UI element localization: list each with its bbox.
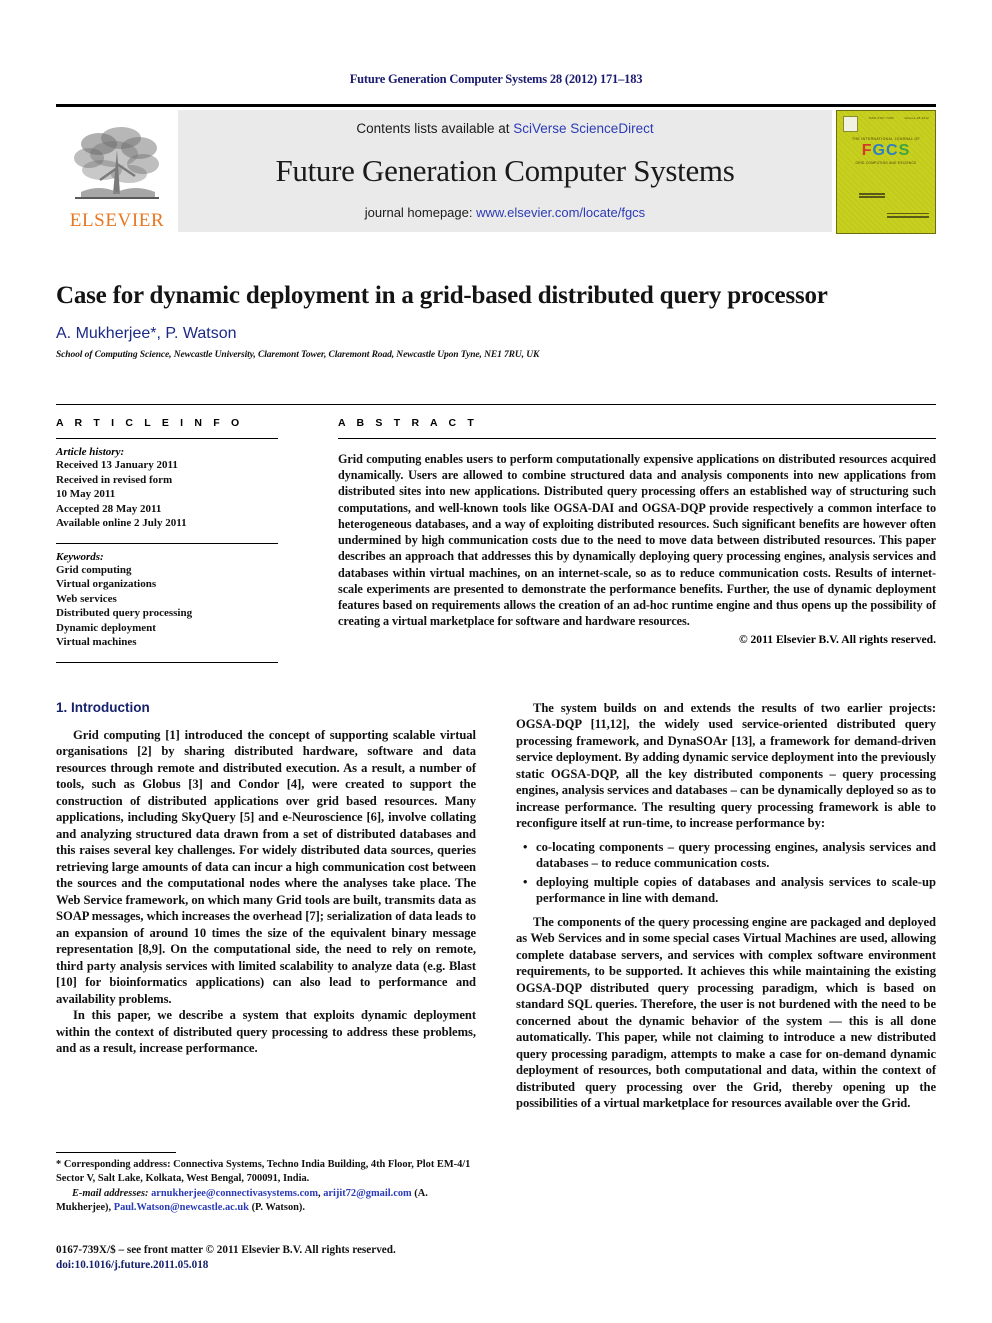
footnote-rule (56, 1152, 176, 1153)
journal-homepage-line: journal homepage: www.elsevier.com/locat… (365, 205, 645, 220)
contents-prefix: Contents lists available at (356, 121, 514, 136)
elsevier-wordmark: ELSEVIER (69, 210, 165, 231)
body-column-right: The system builds on and extends the res… (516, 700, 936, 1112)
body-column-left: 1. Introduction Grid computing [1] intro… (56, 700, 476, 1112)
corresponding-address-text: Corresponding address: Connectiva System… (56, 1159, 471, 1184)
homepage-prefix: journal homepage: (364, 205, 477, 220)
abstract-copyright: © 2011 Elsevier B.V. All rights reserved… (738, 633, 936, 647)
keyword-item: Virtual organizations (56, 578, 157, 591)
article-history-item: Accepted 28 May 2011 (56, 502, 162, 515)
author-list: A. Mukherjee*, P. Watson (56, 324, 237, 342)
running-head: Future Generation Computer Systems 28 (2… (349, 72, 643, 86)
info-abstract-section: A R T I C L E I N F O Article history: R… (56, 404, 936, 663)
cover-acronym: FGCS (837, 143, 935, 159)
keywords-rule-bottom (56, 661, 278, 663)
affiliation: School of Computing Science, Newcastle U… (56, 349, 540, 360)
journal-title: Future Generation Computer Systems (275, 152, 735, 188)
email-owner-watson: (P. Watson). (251, 1201, 305, 1213)
cover-volume-label: Volume 28 2012 (904, 116, 929, 120)
contents-available-line: Contents lists available at SciVerse Sci… (356, 121, 653, 136)
keyword-item: Distributed query processing (56, 607, 193, 620)
email-addresses-label: E-mail addresses: (72, 1188, 149, 1200)
article-history-item: Available online 2 July 2011 (56, 517, 187, 530)
email-addresses-note: E-mail addresses: arnukherjee@connectiva… (56, 1188, 428, 1213)
body-paragraph: Grid computing [1] introduced the concep… (56, 728, 476, 1006)
abstract-kicker: A B S T R A C T (338, 417, 478, 429)
list-item: deploying multiple copies of databases a… (523, 874, 936, 907)
body-paragraph: The components of the query processing e… (516, 914, 936, 1111)
journal-article-page: Future Generation Computer Systems 28 (2… (0, 0, 992, 1323)
section-heading-introduction: 1. Introduction (56, 700, 150, 715)
issn-front-matter-line: 0167-739X/$ – see front matter © 2011 El… (56, 1244, 396, 1256)
elsevier-tree-icon (74, 127, 159, 199)
article-history-label: Article history: (56, 446, 125, 458)
abstract-text: Grid computing enables users to perform … (338, 452, 936, 629)
doi-line[interactable]: doi:10.1016/j.future.2011.05.018 (56, 1258, 486, 1273)
journal-cover-thumbnail[interactable]: ISSN 0167-739X Volume 28 2012 THE INTERN… (836, 110, 936, 234)
cover-issn-label: ISSN 0167-739X (868, 116, 894, 120)
cover-acronym-letter-g: G (872, 142, 886, 159)
article-history-item: Received in revised form (56, 473, 173, 486)
email-link-mukherjee-connectiva[interactable]: arnukherjee@connectivasystems.com (151, 1188, 318, 1199)
abstract-rule-top (338, 438, 936, 439)
cover-topbar: ISSN 0167-739X Volume 28 2012 (843, 116, 929, 132)
corresponding-address-note: * Corresponding address: Connectiva Syst… (56, 1158, 476, 1185)
cover-footer-block (887, 213, 929, 221)
footnote-block: * Corresponding address: Connectiva Syst… (56, 1152, 476, 1216)
list-item: co-locating components – query processin… (523, 839, 936, 872)
cover-tagline: THE INTERNATIONAL JOURNAL OF (852, 137, 920, 141)
keyword-item: Virtual machines (56, 636, 137, 649)
keywords-label: Keywords: (56, 550, 104, 563)
article-history-item: 10 May 2011 (56, 488, 116, 501)
sciencedirect-link[interactable]: SciVerse ScienceDirect (513, 121, 653, 136)
journal-masthead: ELSEVIER Contents lists available at Sci… (56, 104, 936, 234)
journal-cover-wrap: ISSN 0167-739X Volume 28 2012 THE INTERN… (832, 110, 936, 234)
benefit-bullet-list: co-locating components – query processin… (516, 839, 936, 907)
article-info-kicker: A R T I C L E I N F O (56, 417, 244, 429)
page-title: Case for dynamic deployment in a grid-ba… (56, 282, 828, 309)
cover-text-block-placeholder (859, 193, 885, 200)
imprint-block: 0167-739X/$ – see front matter © 2011 El… (56, 1243, 486, 1273)
body-paragraph: In this paper, we describe a system that… (56, 1008, 476, 1056)
journal-band: Contents lists available at SciVerse Sci… (178, 110, 832, 232)
cover-elsevier-mini-logo-icon (843, 116, 858, 132)
email-link-mukherjee-gmail[interactable]: arijit72@gmail.com (323, 1188, 411, 1199)
abstract-column: A B S T R A C T Grid computing enables u… (296, 405, 936, 663)
keyword-item: Web services (56, 592, 117, 605)
journal-homepage-link[interactable]: www.elsevier.com/locate/fgcs (476, 205, 645, 220)
title-block: Case for dynamic deployment in a grid-ba… (56, 282, 936, 360)
cover-acronym-letter-f: F (861, 142, 873, 159)
keywords-rule-top (56, 542, 278, 544)
cover-acronym-letter-c: C (886, 142, 899, 159)
email-link-watson[interactable]: Paul.Watson@newcastle.ac.uk (114, 1202, 249, 1213)
article-info-column: A R T I C L E I N F O Article history: R… (56, 405, 296, 663)
article-info-rule-top (56, 438, 278, 439)
keyword-item: Dynamic deployment (56, 621, 156, 634)
corresponding-marker: * (56, 1159, 62, 1170)
cover-acronym-letter-s: S (898, 142, 911, 159)
keyword-item: Grid computing (56, 563, 132, 576)
elsevier-logo: ELSEVIER (56, 110, 178, 232)
cover-subtitle: GRID COMPUTING AND ESCIENCE (855, 161, 917, 165)
body-paragraph: The system builds on and extends the res… (516, 701, 936, 831)
article-history-item: Received 13 January 2011 (56, 459, 178, 471)
